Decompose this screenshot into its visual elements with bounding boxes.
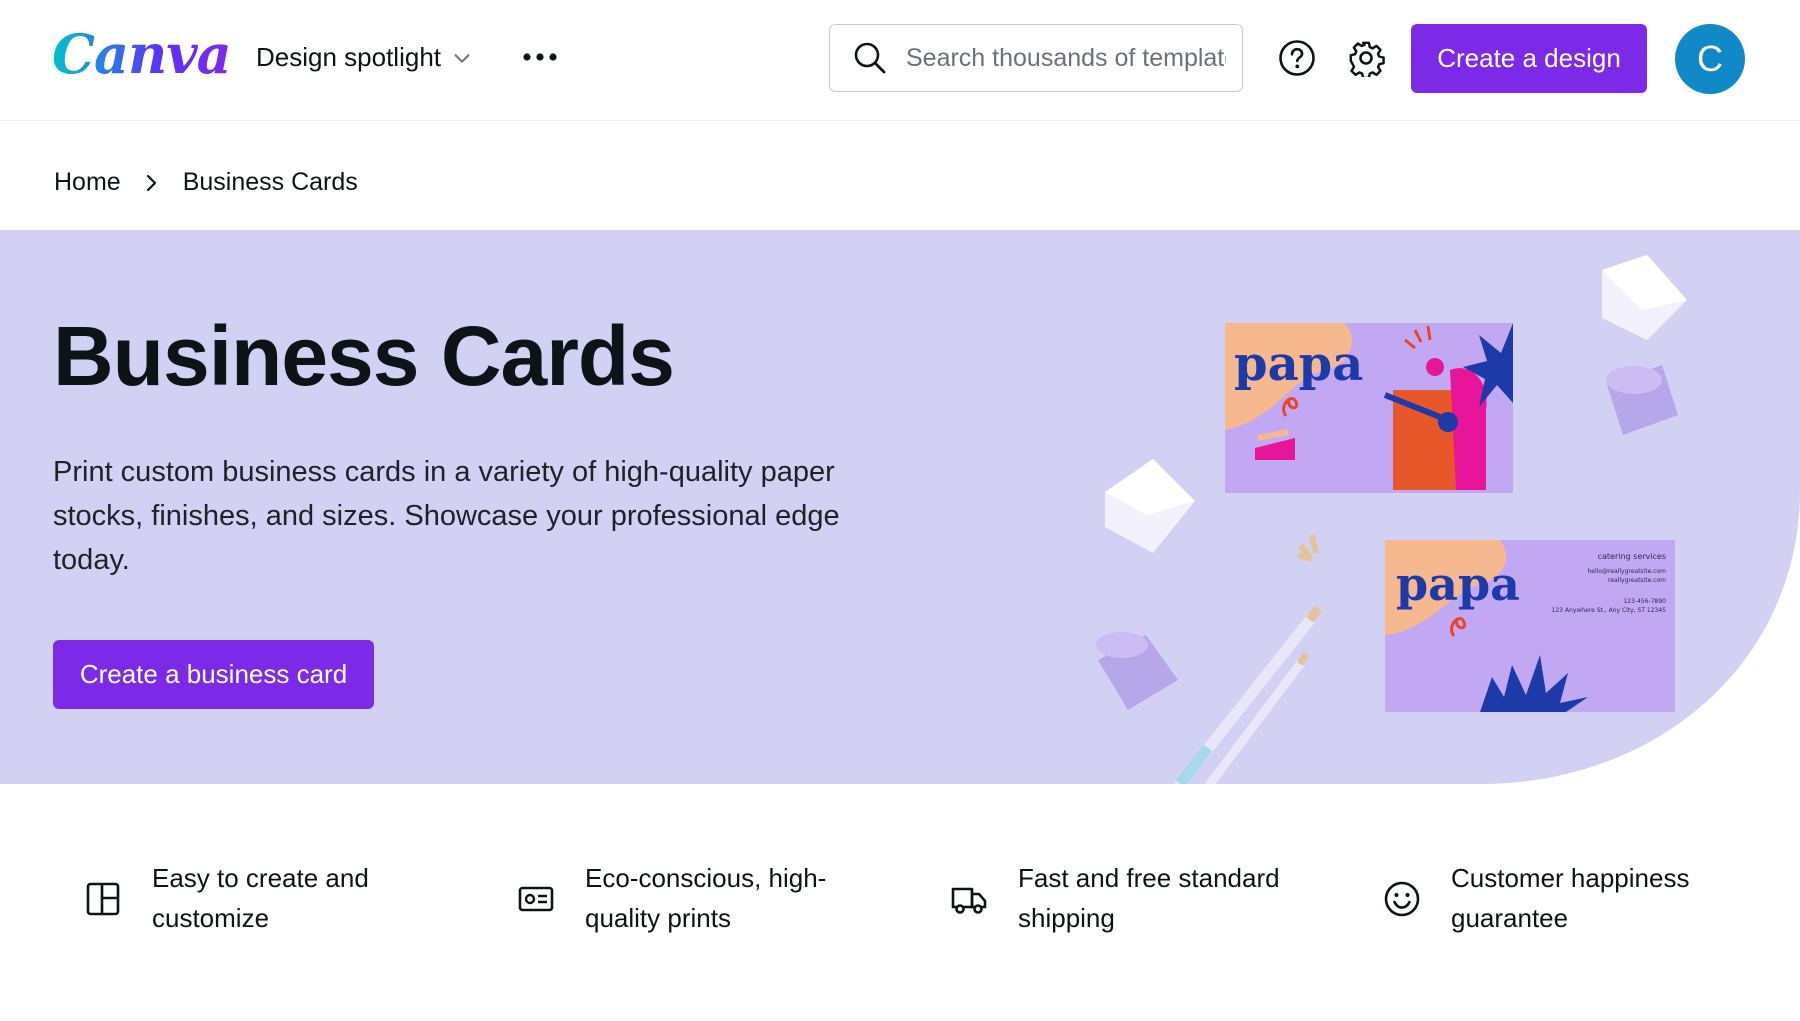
- nav-design-spotlight[interactable]: Design spotlight: [256, 42, 473, 73]
- user-avatar[interactable]: C: [1675, 24, 1745, 94]
- feature-shipping: Fast and free standard shipping: [950, 858, 1280, 938]
- feature-label-line1: Eco-conscious, high-: [585, 863, 827, 893]
- hero-description: Print custom business cards in a variety…: [53, 456, 840, 576]
- feature-eco-prints: Eco-conscious, high-quality prints: [517, 858, 826, 938]
- chevron-right-icon: [141, 173, 161, 193]
- more-menu-button[interactable]: [520, 40, 560, 74]
- create-business-card-button[interactable]: Create a business card: [53, 640, 374, 709]
- card-brand-back: papa: [1396, 557, 1520, 611]
- search-box[interactable]: [829, 24, 1243, 92]
- hero-title: Business Cards: [53, 309, 675, 403]
- feature-label-line2: guarantee: [1451, 903, 1569, 933]
- top-header: Canva Design spotlight Create a design C: [0, 0, 1800, 120]
- feature-label: Eco-conscious, high-quality prints: [585, 858, 826, 938]
- feature-label-line2: customize: [152, 903, 270, 933]
- search-icon: [854, 42, 886, 74]
- feature-happiness: Customer happiness guarantee: [1383, 858, 1689, 938]
- feature-label: Easy to create and customize: [152, 858, 369, 938]
- truck-icon: [951, 887, 987, 914]
- feature-label-line1: Customer happiness: [1451, 863, 1690, 893]
- features-row: Easy to create and customize Eco-consciou…: [0, 858, 1800, 978]
- chevron-down-icon: [454, 53, 470, 63]
- template-icon: [86, 882, 120, 916]
- breadcrumb: Home Business Cards: [54, 168, 358, 197]
- help-icon: [1279, 40, 1315, 76]
- create-design-button[interactable]: Create a design: [1411, 24, 1647, 93]
- feature-label-line1: Fast and free standard: [1018, 863, 1280, 893]
- feature-label-line2: quality prints: [585, 903, 731, 933]
- help-button[interactable]: [1278, 39, 1316, 77]
- search-input[interactable]: [904, 42, 1228, 74]
- gear-icon: [1349, 41, 1385, 77]
- canva-logo[interactable]: Canva: [52, 22, 232, 86]
- nav-design-spotlight-label: Design spotlight: [256, 42, 441, 72]
- feature-label: Fast and free standard shipping: [1018, 858, 1280, 938]
- smiley-icon: [1384, 881, 1420, 917]
- breadcrumb-current: Business Cards: [182, 168, 358, 196]
- settings-button[interactable]: [1347, 39, 1385, 77]
- feature-label-line1: Easy to create and: [152, 863, 369, 893]
- business-cards-product-image: papa papa catering services hello@really…: [1096, 230, 1800, 784]
- hero-section: papa papa catering services hello@really…: [0, 230, 1800, 784]
- card-email: hello@reallygreatsite.com: [1587, 568, 1666, 575]
- card-site: reallygreatsite.com: [1608, 577, 1666, 584]
- card-phone: 123-456-7890: [1623, 598, 1666, 605]
- pencils: [1174, 534, 1322, 784]
- card-tagline: catering services: [1598, 552, 1666, 561]
- card-address: 123 Anywhere St., Any City, ST 12345: [1552, 607, 1667, 614]
- feature-label-line2: shipping: [1018, 903, 1115, 933]
- business-card-back: papa catering services hello@reallygreat…: [1385, 540, 1675, 712]
- card-brand-front: papa: [1234, 336, 1363, 392]
- card-icon: [518, 886, 554, 912]
- business-card-front: papa: [1225, 323, 1513, 493]
- feature-easy-create: Easy to create and customize: [84, 858, 369, 938]
- more-dots-icon: [523, 53, 557, 61]
- feature-label: Customer happiness guarantee: [1451, 858, 1689, 938]
- breadcrumb-home-link[interactable]: Home: [54, 168, 121, 197]
